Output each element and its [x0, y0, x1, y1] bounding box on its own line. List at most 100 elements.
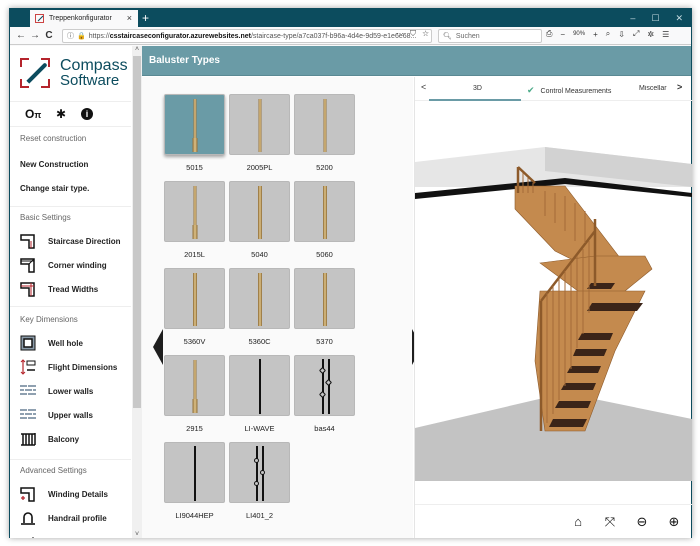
baluster-card[interactable]: 2015L	[164, 181, 225, 262]
maximize-button[interactable]: ☐	[651, 9, 659, 27]
info-icon[interactable]: i	[81, 108, 93, 120]
baluster-thumbnail[interactable]	[294, 268, 355, 329]
baluster-thumbnail[interactable]	[164, 94, 225, 155]
well-hole-icon	[20, 335, 36, 351]
knot-icon	[260, 470, 265, 475]
baluster-thumbnail[interactable]	[164, 181, 225, 242]
fit-icon[interactable]: ⤧	[602, 514, 618, 530]
minimize-button[interactable]: –	[630, 9, 635, 27]
baluster-thumbnail[interactable]	[164, 355, 225, 416]
sidebar-item-corner-winding[interactable]: Corner winding	[10, 253, 131, 277]
search-input[interactable]: 🔍︎ Suchen	[438, 29, 542, 43]
baluster-card[interactable]: 5200	[294, 94, 355, 175]
baluster-card[interactable]: 2005PL	[229, 94, 290, 175]
scroll-down-icon[interactable]: ˅	[132, 531, 142, 538]
baluster-thumbnail[interactable]	[229, 268, 290, 329]
sidebar-item-upper-walls[interactable]: Upper walls	[10, 403, 131, 427]
baluster-card[interactable]: 5060	[294, 181, 355, 262]
back-button[interactable]: ←	[14, 30, 28, 41]
sidebar-item-lower-walls[interactable]: Lower walls	[10, 379, 131, 403]
zoom-in-icon[interactable]: ⊕	[666, 514, 682, 530]
sidebar-item-partial[interactable]	[10, 530, 131, 538]
download-icon[interactable]: ⇩	[618, 30, 625, 39]
sidebar-item-change-stair-type[interactable]: Change stair type.	[10, 176, 131, 200]
baluster-thumbnail[interactable]	[294, 94, 355, 155]
stair-3d-view[interactable]	[415, 101, 692, 501]
zoom-out-icon[interactable]: −	[560, 30, 565, 39]
gear-icon[interactable]: ✱	[53, 107, 69, 121]
prev-page-arrow[interactable]	[153, 329, 163, 365]
baluster-card[interactable]: 5360C	[229, 268, 290, 349]
nav-bar: ← → C ⓘ 🔒 https://csstaircaseconfigurato…	[10, 27, 691, 45]
tab-3d[interactable]: 3D	[429, 85, 521, 101]
star-icon[interactable]: ☆	[422, 29, 429, 39]
sidebar-item-handrail-profile[interactable]: Handrail profile	[10, 506, 131, 530]
handrail-profile-icon	[21, 512, 35, 525]
lock-icon: 🔒	[77, 33, 86, 40]
baluster-card[interactable]: bas44	[294, 355, 355, 436]
tabs-next-button[interactable]: >	[677, 82, 682, 92]
wood-baluster-icon	[323, 99, 326, 152]
tab-close-icon[interactable]: ×	[127, 13, 132, 23]
baluster-card[interactable]: LI9044HEP	[164, 442, 225, 523]
section-basic-header: Basic Settings	[20, 213, 71, 222]
settings-icon[interactable]: ✲	[647, 30, 654, 39]
iron-bar-icon	[194, 446, 196, 501]
zoom-level[interactable]: 90%	[573, 31, 585, 37]
info-icon: ⓘ	[67, 33, 74, 40]
baluster-thumbnail[interactable]	[229, 355, 290, 416]
search-placeholder: Suchen	[455, 32, 480, 40]
baluster-thumbnail[interactable]	[229, 181, 290, 242]
print-icon[interactable]: ⎙	[546, 29, 552, 39]
baluster-thumbnail[interactable]	[229, 94, 290, 155]
scrollbar-thumb[interactable]	[133, 56, 141, 408]
forward-button[interactable]: →	[28, 30, 42, 41]
tab-label: Control Measurements	[540, 88, 612, 95]
reload-button[interactable]: C	[42, 30, 56, 41]
fullscreen-icon[interactable]: ⤢	[633, 29, 639, 39]
menu-icon[interactable]: ☰	[662, 30, 669, 39]
item-label: Handrail profile	[48, 513, 107, 523]
baluster-card[interactable]: 5040	[229, 181, 290, 262]
sidebar-item-staircase-direction[interactable]: Staircase Direction	[10, 229, 131, 253]
home-icon[interactable]: ⌂	[570, 514, 586, 529]
baluster-thumbnail[interactable]	[164, 442, 225, 503]
title-bar: Treppenkonfigurator × + – ☐ ✕	[10, 9, 691, 27]
sidebar-scrollbar[interactable]: ˄ ˅	[132, 46, 142, 538]
baluster-card[interactable]: 5015	[164, 94, 225, 175]
baluster-thumbnail[interactable]	[229, 442, 290, 503]
baluster-thumbnail[interactable]	[294, 181, 355, 242]
more-icon[interactable]: ···	[396, 29, 404, 39]
tabs-prev-button[interactable]: <	[421, 82, 426, 92]
magnify-icon[interactable]: ⌕	[606, 29, 610, 39]
baluster-thumbnail[interactable]	[294, 355, 355, 416]
baluster-thumbnail[interactable]	[164, 268, 225, 329]
sidebar: Compass Software Oπ ✱ i Reset constructi…	[10, 46, 131, 538]
new-tab-button[interactable]: +	[142, 9, 149, 27]
sidebar-item-flight-dimensions[interactable]: Flight Dimensions	[10, 355, 131, 379]
url-bar[interactable]: ⓘ 🔒 https://csstaircaseconfigurator.azur…	[62, 29, 432, 43]
zoom-out-icon[interactable]: ⊖	[634, 514, 650, 530]
tab-control-measurements[interactable]: ✔ Control Measurements	[527, 85, 611, 96]
pocket-icon[interactable]: ⛉	[410, 29, 416, 39]
item-label: Lower walls	[48, 386, 94, 396]
baluster-card[interactable]: LI-WAVE	[229, 355, 290, 436]
zoom-in-icon[interactable]: +	[593, 30, 598, 39]
baluster-card[interactable]: 2915	[164, 355, 225, 436]
sidebar-item-balcony[interactable]: Balcony	[10, 427, 131, 451]
baluster-card[interactable]: LI401_2	[229, 442, 290, 523]
sidebar-item-well-hole[interactable]: Well hole	[10, 331, 131, 355]
key-icon[interactable]: Oπ	[25, 107, 41, 121]
baluster-card[interactable]: 5360V	[164, 268, 225, 349]
sidebar-item-winding-details[interactable]: Winding Details	[10, 482, 131, 506]
browser-tab[interactable]: Treppenkonfigurator ×	[30, 10, 138, 27]
close-window-button[interactable]: ✕	[675, 9, 683, 27]
baluster-card[interactable]: 5370	[294, 268, 355, 349]
wood-baluster-icon	[257, 186, 262, 239]
sidebar-item-tread-widths[interactable]: Tread Widths	[10, 277, 131, 301]
tab-miscellaneous[interactable]: Miscellar	[639, 85, 673, 92]
wood-baluster-icon	[322, 186, 327, 239]
scroll-up-icon[interactable]: ˄	[132, 46, 142, 53]
item-label: Well hole	[48, 338, 83, 348]
sidebar-item-new-construction[interactable]: New Construction	[10, 152, 131, 176]
